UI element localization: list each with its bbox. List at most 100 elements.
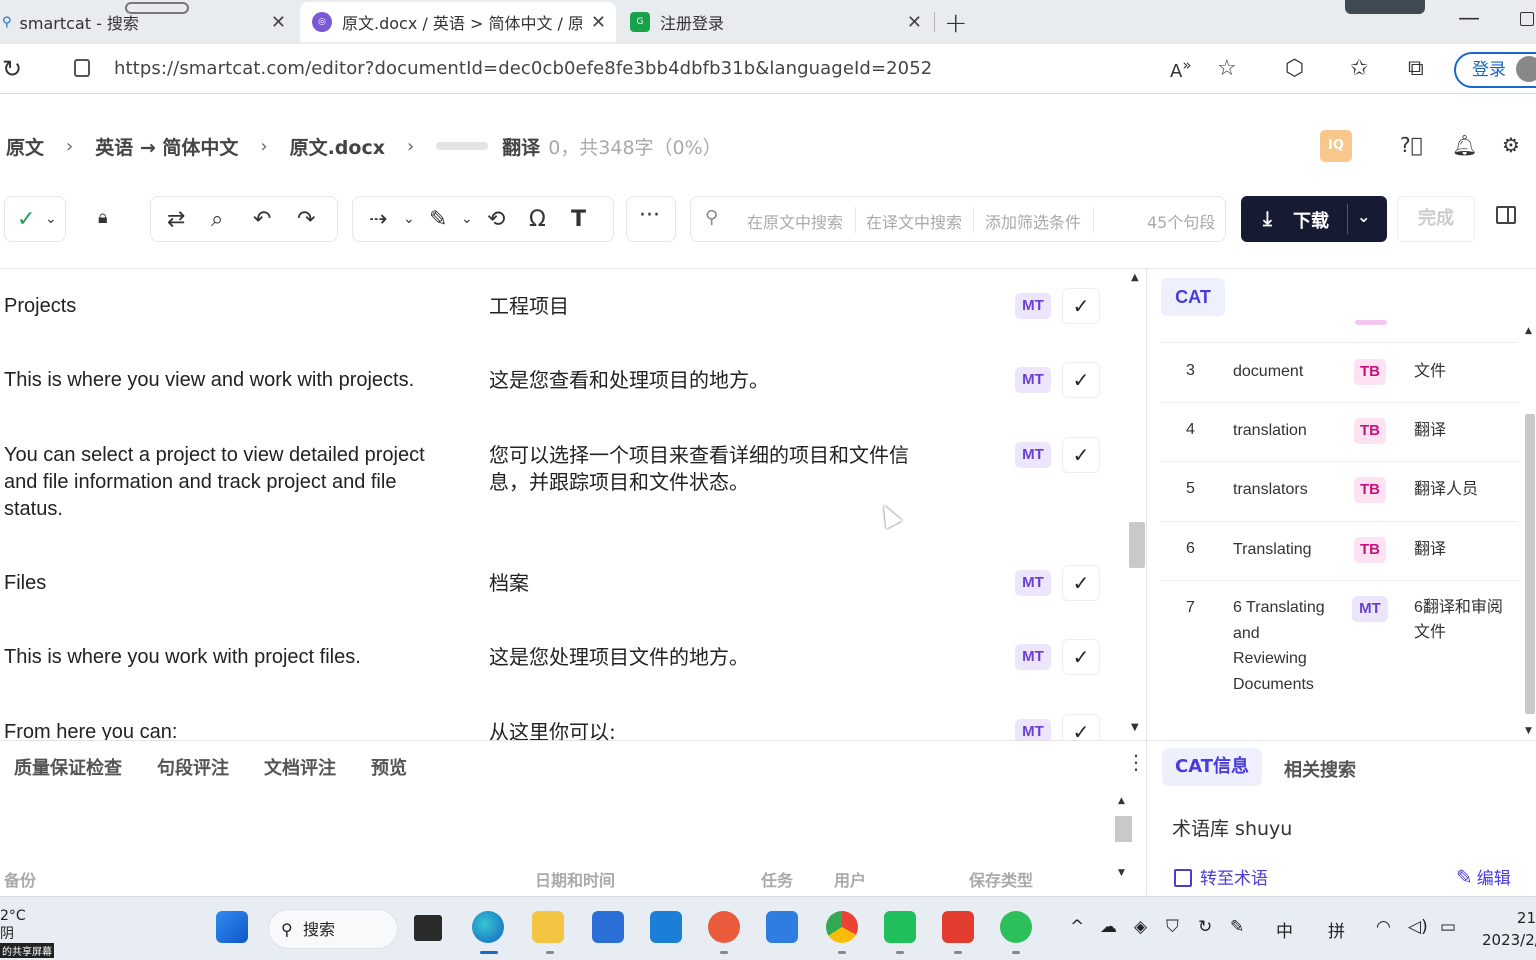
edit-link[interactable]: ✎ 编辑 [1456,864,1511,889]
chevron-up-icon[interactable]: ^ [1070,917,1084,937]
confirm-segment-button[interactable]: ✓ [1062,288,1100,324]
wechat-icon[interactable] [1000,911,1032,943]
scroll-down-icon[interactable]: ▼ [1118,868,1125,878]
browser-tab-search[interactable]: ⚲ smartcat - 搜索 ✕ [0,2,296,42]
text-size-icon[interactable]: T [571,207,586,232]
tray-app-icon[interactable]: ◈ [1134,917,1147,937]
search-target-input[interactable]: 在译文中搜索 [866,209,962,233]
clock[interactable]: 21 2023/2/ [1482,907,1536,951]
gear-icon[interactable]: ⚙ [1502,133,1520,157]
segment-scrollbar[interactable]: ▲ ▼ [1128,272,1145,738]
redo-icon[interactable]: ↷ [297,207,315,232]
edge-browser-icon[interactable] [472,911,504,943]
list-item[interactable]: 4 translation TB 翻译 [1160,402,1518,461]
more-icon[interactable]: ··· [639,203,660,228]
read-aloud-icon[interactable]: A» [1170,56,1192,82]
photos-icon[interactable] [766,911,798,943]
help-icon[interactable]: ?⃝ [1400,133,1423,157]
chevron-down-icon[interactable]: ⌄ [461,211,473,227]
crumb-source[interactable]: 原文 [6,133,44,160]
segment-target[interactable]: 这是您查看和处理项目的地方。 [489,367,929,394]
browser-tab-editor[interactable]: ◎ 原文.docx / 英语 > 简体中文 / 原 ✕ [300,2,616,42]
more-vertical-icon[interactable]: ⋮ [1126,750,1146,774]
chevron-down-icon[interactable]: ⌄ [45,211,57,227]
find-replace-icon[interactable]: ⌕ [211,207,223,232]
segment-target[interactable]: 您可以选择一个项目来查看详细的项目和文件信息，并跟踪项目和文件状态。 [489,442,929,496]
list-item[interactable]: 3 document TB 文件 [1160,342,1518,402]
ime-mode[interactable]: 拼 [1328,917,1345,942]
crumb-document[interactable]: 原文.docx [290,133,385,160]
check-icon[interactable]: ✓ [17,207,35,232]
new-tab-icon[interactable]: + [944,6,967,39]
ime-language[interactable]: 中 [1276,917,1293,942]
cat-scrollbar[interactable]: ▲ ▼ [1524,324,1536,740]
tab-cat-info[interactable]: CAT信息 [1162,748,1262,786]
layout-toggle-icon[interactable] [1496,206,1516,224]
segment-target[interactable]: 这是您处理项目文件的地方。 [489,644,929,671]
reload-icon[interactable]: ↻ [2,55,22,83]
lock-icon[interactable] [74,59,90,77]
scroll-up-icon[interactable]: ▲ [1131,272,1139,283]
task-view-icon[interactable] [414,915,442,941]
scroll-down-icon[interactable]: ▼ [1525,726,1532,736]
convert-icon[interactable]: ⟲ [487,207,505,232]
tray-sync-icon[interactable]: ↻ [1198,917,1212,937]
favorite-add-icon[interactable]: ☆ [1217,56,1237,81]
collections-icon[interactable]: ⧉ [1408,56,1424,81]
taskbar-search[interactable]: ⚲ 搜索 [268,909,398,949]
mail-icon[interactable] [650,911,682,943]
volume-icon[interactable]: ◁) [1408,917,1428,937]
chevron-down-icon[interactable]: ⌄ [1357,207,1370,226]
iq-badge[interactable]: IQ [1320,130,1352,162]
tray-pen-icon[interactable]: ✎ [1230,917,1244,937]
recorder-icon[interactable] [708,911,740,943]
tab-cat[interactable]: CAT [1161,278,1225,316]
wifi-icon[interactable]: ◠ [1376,917,1391,937]
browser-tab-register[interactable]: G 注册登录 ✕ [620,2,932,42]
tab-document-comments[interactable]: 文档评注 [264,754,336,780]
url-field[interactable]: https://smartcat.com/editor?documentId=d… [114,58,932,79]
undo-icon[interactable]: ↶ [253,207,271,232]
confirm-segment-button[interactable]: ✓ [1062,437,1100,473]
confirm-segment-button[interactable]: ✓ [1062,639,1100,675]
wps-icon[interactable] [942,911,974,943]
file-explorer-icon[interactable] [532,911,564,943]
segment-target[interactable]: 工程项目 [489,293,929,320]
avatar[interactable] [1516,56,1536,82]
copy-source-icon[interactable]: ⇄ [167,207,185,232]
arrow-right-icon[interactable]: ⇢ [369,207,387,232]
weather-widget[interactable]: 2°C 阴 [0,907,26,943]
battery-icon[interactable]: ▭ [1440,917,1456,937]
scrollbar-thumb[interactable] [1115,816,1132,842]
chrome-icon[interactable] [826,911,858,943]
list-item[interactable]: 6 Translating TB 翻译 [1160,521,1518,580]
brush-icon[interactable]: ✎ [429,207,447,232]
windows-start-icon[interactable] [216,911,248,943]
scroll-up-icon[interactable]: ▲ [1525,326,1532,336]
scroll-up-icon[interactable]: ▲ [1118,796,1125,806]
close-icon[interactable]: ✕ [591,12,606,33]
confirm-segment-button[interactable]: ✓ [1062,362,1100,398]
favorites-icon[interactable]: ✩ [1350,56,1368,81]
minimize-icon[interactable]: — [1458,6,1480,31]
tab-segment-comments[interactable]: 句段评注 [157,754,229,780]
extensions-icon[interactable]: ⬡ [1285,56,1304,81]
search-source-input[interactable]: 在原文中搜索 [747,209,843,233]
scrollbar-thumb[interactable] [1525,414,1535,714]
store-icon[interactable] [592,911,624,943]
goto-terms-link[interactable]: 转至术语 [1174,864,1268,889]
lock-icon[interactable]: 🔒︎ [98,207,108,228]
tray-cloud-icon[interactable]: ☁ [1100,917,1117,937]
confirm-segment-button[interactable]: ✓ [1062,565,1100,601]
download-button[interactable]: ⤓ 下载 ⌄ [1241,196,1387,242]
app-icon[interactable] [884,911,916,943]
scrollbar-thumb[interactable] [1129,522,1145,568]
chevron-down-icon[interactable]: ⌄ [403,211,415,227]
confirm-segment-button[interactable]: ✓ [1062,714,1100,741]
tab-related-search[interactable]: 相关搜索 [1284,756,1356,782]
bell-icon[interactable]: 🔔︎ [1452,133,1477,157]
scroll-down-icon[interactable]: ▼ [1131,722,1139,733]
done-button[interactable]: 完成 [1397,196,1475,242]
segment-target[interactable]: 档案 [489,570,929,597]
list-item[interactable]: 5 translators TB 翻译人员 [1160,461,1518,521]
